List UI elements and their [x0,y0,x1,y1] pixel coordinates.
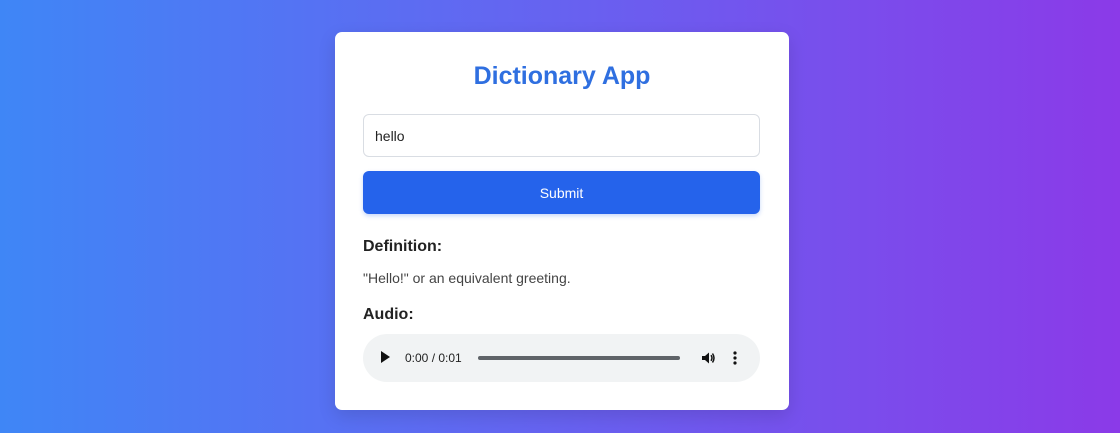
volume-icon[interactable] [700,350,716,366]
word-input[interactable] [363,114,760,157]
audio-heading: Audio: [363,306,414,323]
definition-heading: Definition: [363,238,443,255]
submit-button[interactable]: Submit [363,171,760,214]
audio-progress-slider[interactable] [478,356,680,360]
audio-time-readout: 0:00 / 0:01 [405,351,462,365]
more-options-icon[interactable] [731,350,739,366]
definition-text: "Hello!" or an equivalent greeting. [363,270,571,286]
app-title: Dictionary App [473,62,651,90]
audio-player: 0:00 / 0:01 [363,334,760,382]
play-icon[interactable] [381,351,390,363]
dictionary-card: Dictionary App Submit Definition: "Hello… [335,32,789,410]
